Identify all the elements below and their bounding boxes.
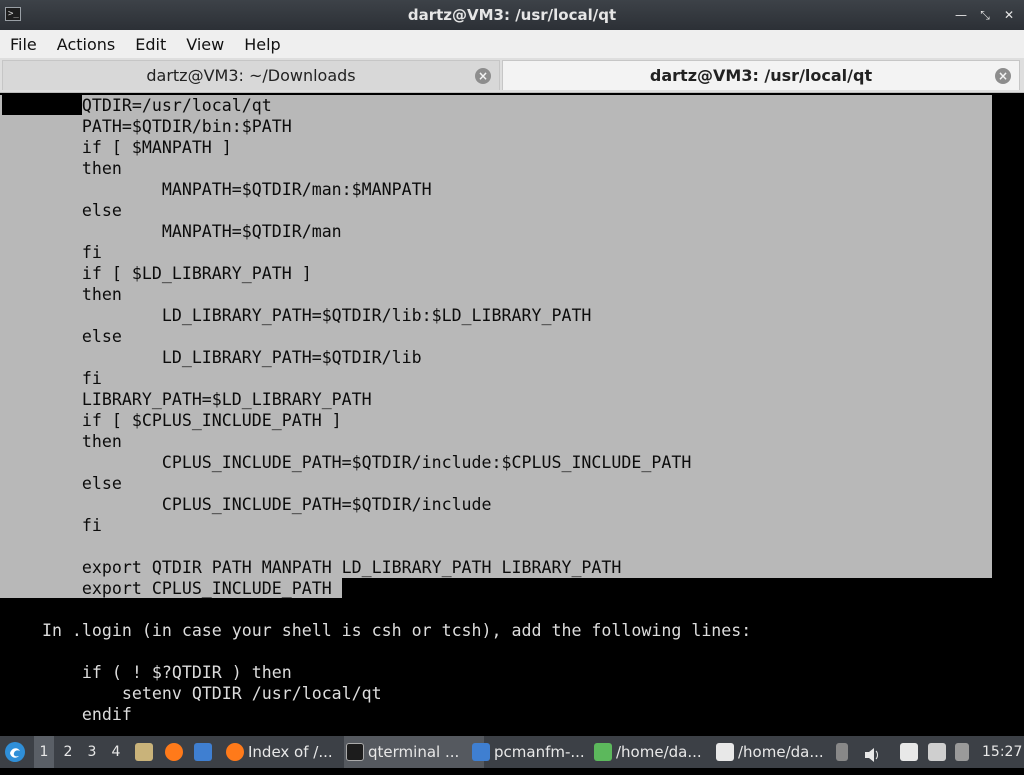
- terminal-line: if [ $LD_LIBRARY_PATH ]: [2, 264, 312, 283]
- terminal-line: LIBRARY_PATH=$LD_LIBRARY_PATH: [2, 390, 372, 409]
- file-manager-launcher-icon[interactable]: [135, 743, 153, 761]
- terminal-line: if [ $CPLUS_INCLUDE_PATH ]: [2, 411, 342, 430]
- tab-bar: dartz@VM3: ~/Downloads × dartz@VM3: /usr…: [0, 58, 1024, 93]
- terminal-line: QTDIR=/usr/local/qt: [2, 96, 272, 115]
- desktop-1-button[interactable]: 1: [34, 736, 54, 768]
- window-title: dartz@VM3: /usr/local/qt: [407, 6, 617, 24]
- task-label: /home/da...: [616, 743, 702, 761]
- folder-icon: [472, 743, 490, 761]
- desktop-3-button[interactable]: 3: [82, 736, 102, 768]
- terminal-line: MANPATH=$QTDIR/man:$MANPATH: [2, 180, 432, 199]
- menu-actions[interactable]: Actions: [47, 35, 125, 54]
- terminal-line: then: [2, 159, 122, 178]
- tab-close-icon[interactable]: ×: [995, 68, 1011, 84]
- firefox-launcher-icon[interactable]: [165, 743, 183, 761]
- terminal-line: else: [2, 474, 122, 493]
- tab-usr-local-qt[interactable]: dartz@VM3: /usr/local/qt ×: [502, 60, 1020, 90]
- show-desktop-icon[interactable]: [194, 743, 212, 761]
- clock: 15:27: [982, 744, 1023, 760]
- task-label: Index of /...: [248, 743, 333, 761]
- terminal-line: then: [2, 285, 122, 304]
- notes-icon[interactable]: [900, 743, 918, 761]
- volume-icon[interactable]: [863, 743, 881, 762]
- desktop-2-button[interactable]: 2: [58, 736, 78, 768]
- terminal-line: export CPLUS_INCLUDE_PATH: [2, 579, 332, 598]
- maximize-button[interactable]: ⤡: [978, 8, 992, 22]
- text-editor-icon: [716, 743, 734, 761]
- terminal-line: In .login (in case your shell is csh or …: [2, 621, 752, 640]
- task-label: pcmanfm-...: [494, 743, 585, 761]
- terminal-line: then: [2, 432, 122, 451]
- menu-edit[interactable]: Edit: [125, 35, 176, 54]
- terminal-line: export QTDIR PATH MANPATH LD_LIBRARY_PAT…: [2, 558, 622, 577]
- menu-view[interactable]: View: [176, 35, 234, 54]
- network-icon[interactable]: [955, 743, 969, 761]
- text-file-icon: [594, 743, 612, 761]
- tab-close-icon[interactable]: ×: [475, 68, 491, 84]
- terminal-line: if ( ! $?QTDIR ) then: [2, 663, 292, 682]
- tab-downloads[interactable]: dartz@VM3: ~/Downloads ×: [2, 60, 500, 90]
- close-window-button[interactable]: ✕: [1002, 8, 1016, 22]
- keyboard-icon[interactable]: [928, 743, 946, 761]
- terminal-line: setenv QTDIR /usr/local/qt: [2, 684, 382, 703]
- tab-label: dartz@VM3: /usr/local/qt: [649, 66, 873, 85]
- taskbar: 1 2 3 4 Index of /... qterminal ... pcma…: [0, 736, 1024, 768]
- task-firefox[interactable]: Index of /...: [224, 736, 358, 768]
- terminal-line: if [ $MANPATH ]: [2, 138, 232, 157]
- terminal-line: endif: [2, 705, 132, 724]
- terminal-line: else: [2, 201, 122, 220]
- terminal-line: PATH=$QTDIR/bin:$PATH: [2, 117, 292, 136]
- terminal-line: LD_LIBRARY_PATH=$QTDIR/lib:$LD_LIBRARY_P…: [2, 306, 592, 325]
- terminal-line: CPLUS_INCLUDE_PATH=$QTDIR/include:$CPLUS…: [2, 453, 692, 472]
- task-pcmanfm[interactable]: pcmanfm-...: [470, 736, 606, 768]
- tab-label: dartz@VM3: ~/Downloads: [146, 66, 356, 85]
- desktop-4-button[interactable]: 4: [106, 736, 126, 768]
- task-label: /home/da...: [738, 743, 824, 761]
- terminal-line: fi: [2, 516, 102, 535]
- terminal-line: fi: [2, 369, 102, 388]
- task-home-file[interactable]: /home/da...: [592, 736, 728, 768]
- terminal-line: MANPATH=$QTDIR/man: [2, 222, 342, 241]
- terminal-output[interactable]: QTDIR=/usr/local/qt PATH=$QTDIR/bin:$PAT…: [0, 93, 1024, 736]
- firefox-icon: [226, 743, 244, 761]
- terminal-line: LD_LIBRARY_PATH=$QTDIR/lib: [2, 348, 422, 367]
- task-qterminal[interactable]: qterminal ...: [344, 736, 484, 768]
- task-home-editor[interactable]: /home/da...: [714, 736, 850, 768]
- minimize-button[interactable]: —: [954, 8, 968, 22]
- start-menu-icon[interactable]: [4, 741, 26, 763]
- terminal-icon: [346, 743, 364, 761]
- menu-help[interactable]: Help: [234, 35, 290, 54]
- terminal-scrollbar[interactable]: [992, 93, 1024, 736]
- clipboard-icon[interactable]: [836, 743, 848, 761]
- menu-file[interactable]: File: [0, 35, 47, 54]
- menu-bar: File Actions Edit View Help: [0, 30, 1024, 58]
- task-label: qterminal ...: [368, 743, 460, 761]
- terminal-line: CPLUS_INCLUDE_PATH=$QTDIR/include: [2, 495, 492, 514]
- terminal-line: fi: [2, 243, 102, 262]
- terminal-line: else: [2, 327, 122, 346]
- window-titlebar: >_ dartz@VM3: /usr/local/qt — ⤡ ✕: [0, 0, 1024, 30]
